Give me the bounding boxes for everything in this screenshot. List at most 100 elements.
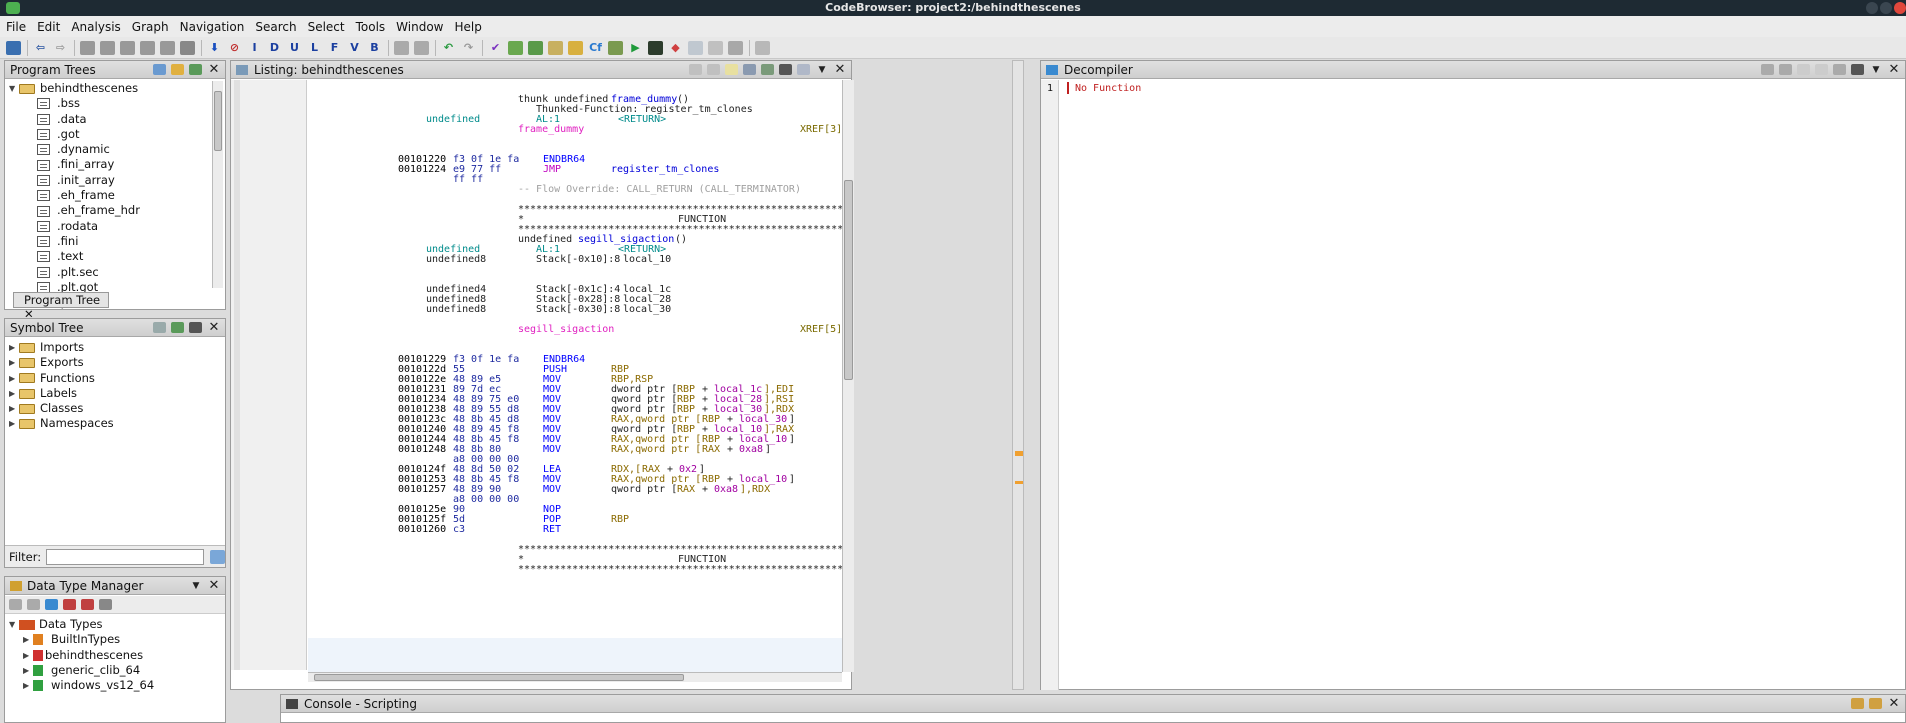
expand-down-icon[interactable]: ▼: [9, 81, 19, 96]
create-namespace-icon[interactable]: [153, 322, 166, 333]
redo-icon[interactable]: ↷: [461, 41, 476, 55]
listing-line[interactable]: undefined8Stack[-0x30]:8local_30XREF: [308, 304, 842, 316]
back-icon[interactable]: ⇦: [33, 41, 48, 55]
scrollbar-thumb[interactable]: [214, 91, 222, 151]
program-trees-scrollbar[interactable]: [212, 81, 223, 288]
tree-item[interactable]: .plt.sec: [9, 265, 209, 280]
symbol-exports[interactable]: ▶ Exports: [9, 355, 219, 370]
copy-icon[interactable]: [689, 64, 702, 75]
tree-item[interactable]: .rodata: [9, 219, 209, 234]
minimize-button[interactable]: [1866, 2, 1878, 14]
refresh-icon[interactable]: [1761, 64, 1774, 75]
menu-graph[interactable]: Graph: [132, 20, 169, 34]
clear-console-icon[interactable]: [1851, 698, 1864, 709]
bookmark-icon[interactable]: [394, 40, 409, 55]
expand-right-icon[interactable]: ▶: [23, 632, 33, 647]
expand-right-icon[interactable]: ▶: [9, 371, 19, 386]
program-tree-tab[interactable]: Program Tree ✕: [13, 292, 109, 321]
symbol-table-icon[interactable]: [608, 40, 623, 55]
disassemble-icon[interactable]: ⬇: [207, 41, 222, 55]
filter-input[interactable]: [46, 548, 204, 565]
expand-right-icon[interactable]: ▶: [9, 401, 19, 416]
snapshot-icon[interactable]: [779, 64, 792, 75]
menu-navigation[interactable]: Navigation: [180, 20, 245, 34]
expand-right-icon[interactable]: ▶: [23, 678, 33, 693]
window-icon[interactable]: [688, 40, 703, 55]
menu-tools[interactable]: Tools: [356, 20, 386, 34]
paste-icon[interactable]: [707, 64, 720, 75]
nav-instruction-icon[interactable]: [100, 40, 115, 55]
listing-line[interactable]: ****************************************…: [308, 564, 842, 576]
tree-item[interactable]: .eh_frame_hdr: [9, 203, 209, 218]
copy-icon[interactable]: [1815, 64, 1828, 75]
chevron-down-icon[interactable]: ▼: [815, 63, 829, 77]
data-types-root[interactable]: ▼ Data Types: [9, 617, 219, 632]
menu-select[interactable]: Select: [308, 20, 345, 34]
listing-token[interactable]: frame_dummy: [518, 124, 584, 136]
listing-line[interactable]: frame_dummy XREF[3]:: [308, 124, 842, 136]
snapshot-icon[interactable]: [1851, 64, 1864, 75]
filter-pointers-icon[interactable]: [81, 599, 94, 610]
expand-right-icon[interactable]: ▶: [9, 416, 19, 431]
readonly-icon[interactable]: [1797, 64, 1810, 75]
decompile-icon[interactable]: Cf: [588, 41, 603, 55]
function-graph-icon[interactable]: [528, 40, 543, 55]
forward-icon[interactable]: [27, 599, 40, 610]
symbol-functions[interactable]: ▶ Functions: [9, 371, 219, 386]
menu-help[interactable]: Help: [455, 20, 482, 34]
close-icon[interactable]: ✕: [207, 320, 221, 335]
listing-token[interactable]: XREF[5]:: [800, 324, 842, 336]
open-tree-icon[interactable]: [171, 64, 184, 75]
symbol-imports[interactable]: ▶ Imports: [9, 340, 219, 355]
forward-icon[interactable]: ⇨: [53, 41, 68, 55]
listing-token[interactable]: XREF[3]:: [800, 124, 842, 136]
tree-item[interactable]: .text: [9, 249, 209, 264]
link-archive-icon[interactable]: [45, 599, 58, 610]
data-v-icon[interactable]: V: [347, 41, 362, 55]
nav-function-icon[interactable]: [160, 40, 175, 55]
clear-icon[interactable]: ⊘: [227, 41, 242, 55]
tree-icon[interactable]: [728, 40, 743, 55]
tree-view-icon[interactable]: [189, 64, 202, 75]
close-icon[interactable]: ✕: [1887, 696, 1901, 711]
menu-analysis[interactable]: Analysis: [71, 20, 120, 34]
data-type-archive[interactable]: ▶ generic_clib_64: [9, 663, 219, 678]
symbol-namespaces[interactable]: ▶ Namespaces: [9, 416, 219, 431]
data-l-icon[interactable]: L: [307, 41, 322, 55]
tree-item[interactable]: .bss: [9, 96, 209, 111]
symbol-labels[interactable]: ▶ Labels: [9, 386, 219, 401]
listing-scrollbar[interactable]: [842, 80, 854, 672]
nav-nonfunction-icon[interactable]: [180, 40, 195, 55]
hscroll-thumb[interactable]: [314, 674, 684, 681]
expand-right-icon[interactable]: ▶: [9, 340, 19, 355]
close-icon[interactable]: ✕: [1887, 62, 1901, 77]
tree-item[interactable]: .init_array: [9, 173, 209, 188]
snapshot-icon[interactable]: [189, 322, 202, 333]
cursor-icon[interactable]: [725, 64, 738, 75]
expand-right-icon[interactable]: ▶: [23, 648, 33, 663]
data-type-archive[interactable]: ▶ BuiltInTypes: [9, 632, 219, 647]
data-u-icon[interactable]: U: [287, 41, 302, 55]
tree-item[interactable]: .eh_frame: [9, 188, 209, 203]
symbol-classes[interactable]: ▶ Classes: [9, 401, 219, 416]
console-icon[interactable]: [648, 40, 663, 55]
checkmark-icon[interactable]: ✔: [488, 41, 503, 55]
chevron-down-icon[interactable]: ▼: [189, 579, 203, 593]
close-icon[interactable]: ✕: [207, 62, 221, 77]
listing-icon[interactable]: [548, 40, 563, 55]
export-icon[interactable]: [1833, 64, 1846, 75]
toggle-header-icon[interactable]: [761, 64, 774, 75]
tree-item[interactable]: .data: [9, 112, 209, 127]
nav-data-icon[interactable]: [80, 40, 95, 55]
new-tree-icon[interactable]: [153, 64, 166, 75]
close-icon[interactable]: ✕: [207, 578, 221, 593]
data-f-icon[interactable]: F: [327, 41, 342, 55]
scrollbar-thumb[interactable]: [844, 180, 853, 380]
expand-right-icon[interactable]: ▶: [9, 386, 19, 401]
data-type-archive[interactable]: ▶ behindthescenes: [9, 648, 219, 663]
chevron-down-icon[interactable]: ▼: [1869, 63, 1883, 77]
edit-icon[interactable]: [1869, 698, 1882, 709]
data-i-icon[interactable]: I: [247, 41, 262, 55]
data-b-icon[interactable]: B: [367, 41, 382, 55]
run-script-icon[interactable]: ▶: [628, 41, 643, 55]
